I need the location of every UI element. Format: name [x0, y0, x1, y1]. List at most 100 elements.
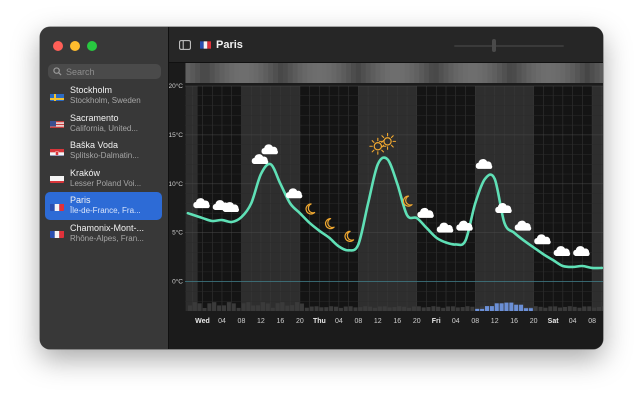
precipitation-noise-bar — [270, 307, 275, 311]
location-item[interactable]: Paris Île-de-France, Fra... — [45, 192, 162, 220]
flag-fr-icon — [50, 228, 64, 239]
cloud-cover-cell — [560, 63, 566, 83]
x-tick-label: 04 — [569, 318, 577, 325]
cloud-cover-cell — [209, 63, 216, 83]
precipitation-noise-bar — [231, 303, 236, 311]
precipitation-noise-bar — [251, 305, 256, 311]
sidebar-toggle-icon[interactable] — [179, 40, 191, 50]
search-input[interactable] — [66, 66, 156, 77]
maximize-window-button[interactable] — [87, 41, 97, 51]
precipitation-noise-bar — [256, 305, 261, 311]
cloud-cover-cell — [511, 63, 518, 83]
precipitation-noise-bar — [260, 302, 266, 311]
location-item[interactable]: Kraków Lesser Poland Voi... — [45, 165, 162, 193]
x-tick-label: 08 — [238, 318, 246, 325]
x-tick-label: 16 — [393, 318, 401, 325]
cloud-cover-cell — [438, 63, 445, 83]
precipitation-noise-bar — [329, 306, 334, 311]
cloud-cover-cell — [526, 63, 532, 83]
location-subtitle: Lesser Poland Voi... — [70, 178, 142, 188]
cloud-cover-cell — [204, 63, 211, 83]
cloud-cover-cell — [540, 63, 547, 83]
timeline-slider-knob[interactable] — [492, 39, 496, 52]
precipitation-noise-bar — [465, 306, 470, 311]
cloud-cover-cell — [292, 63, 298, 83]
precipitation-noise-bar — [382, 306, 387, 311]
precipitation-noise-bar — [372, 307, 378, 311]
cloud-cover-cell — [195, 63, 201, 83]
precipitation-noise-bar — [197, 303, 202, 311]
precipitation-bar — [494, 303, 499, 311]
precipitation-noise-bar — [304, 307, 309, 311]
cloud-cover-cell — [414, 63, 420, 83]
y-tick-label: 10°C — [169, 180, 183, 188]
search-field[interactable] — [48, 64, 161, 79]
precipitation-noise-bar — [207, 303, 212, 311]
cloud-cover-cell — [404, 63, 410, 83]
location-name: Baška Voda — [70, 140, 119, 151]
cloud-cover-cell — [492, 63, 498, 83]
cloud-cover-cell — [433, 63, 440, 83]
cloud-cover-cell — [243, 63, 250, 83]
location-item[interactable]: Baška Voda Splitsko-Dalmatin... — [45, 137, 162, 165]
cloud-cover-cell — [273, 63, 279, 83]
precipitation-noise-bar — [543, 307, 548, 311]
cloud-cover-cell — [185, 63, 191, 83]
precipitation-noise-bar — [411, 306, 416, 311]
x-tick-label: 12 — [491, 318, 499, 325]
precipitation-noise-bar — [202, 308, 207, 311]
france-flag-icon — [200, 41, 211, 49]
cloud-cover-cell — [477, 63, 484, 83]
search-icon — [53, 67, 62, 76]
precipitation-noise-bar — [601, 306, 603, 311]
precipitation-bar — [484, 306, 490, 311]
cloud-cover-cell — [224, 63, 230, 83]
precipitation-noise-bar — [368, 306, 373, 311]
precipitation-noise-bar — [436, 306, 441, 311]
precipitation-noise-bar — [402, 306, 407, 311]
cloud-cover-cell — [550, 63, 557, 83]
cloud-cover-cell — [234, 63, 240, 83]
cloud-cover-cell — [424, 63, 430, 83]
cloud-cover-cell — [341, 63, 347, 83]
precipitation-bar — [475, 308, 480, 311]
location-item[interactable]: Chamonix-Mont-... Rhône-Alpes, Fran... — [45, 220, 162, 248]
cloud-cover-cell — [458, 63, 464, 83]
precipitation-bar — [519, 304, 524, 311]
precipitation-noise-bar — [553, 306, 558, 311]
x-tick-label: Sat — [548, 318, 560, 325]
sidebar: StockholmStockholm, Sweden SacramentoCali… — [40, 27, 169, 349]
location-item[interactable]: Sacramento California, United... — [45, 110, 162, 138]
precipitation-noise-bar — [363, 306, 368, 311]
cloud-cover-cell — [487, 63, 493, 83]
precipitation-noise-bar — [592, 307, 597, 311]
flag-se-icon — [50, 91, 64, 101]
cloud-cover-cell — [312, 63, 318, 83]
x-tick-label: 20 — [296, 318, 304, 325]
precipitation-bar — [480, 308, 485, 311]
cloud-cover-cell — [453, 63, 459, 83]
precipitation-noise-bar — [314, 306, 319, 311]
timeline-slider-track[interactable] — [454, 45, 564, 47]
precipitation-noise-bar — [426, 307, 431, 311]
cloud-cover-cell — [443, 63, 449, 83]
precipitation-noise-bar — [567, 306, 572, 311]
precipitation-noise-bar — [226, 302, 231, 311]
precipitation-noise-bar — [421, 307, 426, 311]
precipitation-noise-bar — [280, 302, 285, 311]
precipitation-noise-bar — [392, 307, 397, 311]
precipitation-noise-bar — [562, 306, 567, 311]
flag-pl-icon — [50, 173, 64, 184]
x-tick-label: 04 — [452, 318, 460, 325]
minimize-window-button[interactable] — [70, 41, 80, 51]
precipitation-noise-bar — [343, 306, 348, 311]
cloud-cover-cell — [302, 63, 308, 83]
cloud-cover-cell — [419, 63, 425, 83]
precipitation-noise-bar — [217, 305, 222, 311]
cloud-cover-cell — [248, 63, 255, 83]
close-window-button[interactable] — [53, 41, 63, 51]
precipitation-noise-bar — [441, 307, 446, 311]
location-item[interactable]: Stockholm Stockholm, Sweden — [45, 82, 162, 110]
cloud-cover-cell — [599, 63, 603, 83]
cloud-cover-cell — [200, 63, 206, 83]
